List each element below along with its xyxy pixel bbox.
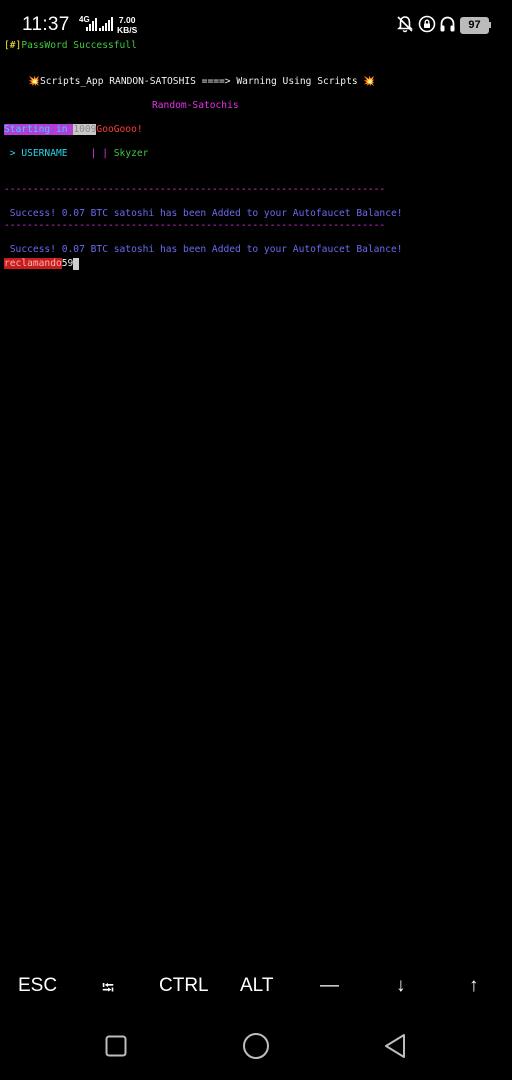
battery-indicator: 97 [460,17,489,34]
username-separator: | | [90,148,108,159]
starting-count: 1009 [73,124,97,135]
dash-key[interactable]: — [320,975,339,997]
ctrl-key[interactable]: CTRL [159,975,209,997]
password-prefix: [#] [4,40,22,51]
back-icon[interactable] [383,1033,407,1059]
banner-text: Scripts_App RANDON-SATOSHIS ====> Warnin… [39,76,364,87]
network-speed: 7.00 KB/S [117,15,137,35]
subtitle: Random-Satochis [152,100,239,111]
username-value: Skyzer [113,148,149,159]
headphones-icon [440,16,455,32]
alt-key[interactable]: ALT [240,975,273,997]
success-message: Success! 0.07 BTC satoshi has been Added… [4,244,403,255]
clock: 11:37 [22,14,70,35]
separator-line: ----------------------------------------… [4,184,386,195]
countdown-value: 59 [61,258,74,269]
signal-icon [86,18,97,31]
explosion-icon: 💥 [28,76,40,87]
success-message: Success! 0.07 BTC satoshi has been Added… [4,208,403,219]
speed-value: 7.00 [118,15,136,25]
extra-keys-bar: ESC ⭾ CTRL ALT — ↓ ↑ [0,966,512,1006]
starting-label: Starting in [4,124,74,135]
signal-icon-2 [99,17,113,31]
lock-rotation-icon [418,15,436,33]
starting-line: Starting in 1009GooGooo! [4,124,143,136]
up-arrow-key[interactable]: ↑ [469,975,479,997]
username-label: > USERNAME [4,148,68,159]
speed-unit: KB/S [117,25,138,35]
countdown-line: reclamando59 [4,258,80,270]
explosion-icon: 💥 [363,76,376,87]
password-text: PassWord Successfull [21,40,137,51]
starting-suffix: GooGooo! [96,124,143,135]
password-line: [#]PassWord Successfull [4,40,137,52]
banner-line: 💥Scripts_App RANDON-SATOSHIS ====> Warni… [28,76,375,88]
home-icon[interactable] [242,1032,270,1060]
username-line: > USERNAME | | Skyzer [4,148,149,160]
down-arrow-key[interactable]: ↓ [396,975,406,997]
terminal-output[interactable]: [#]PassWord Successfull 💥Scripts_App RAN… [4,40,508,280]
terminal-cursor [73,258,80,270]
separator-line: ----------------------------------------… [4,220,386,231]
navigation-bar [0,1016,512,1080]
recent-apps-icon[interactable] [105,1035,127,1057]
countdown-label: reclamando [4,258,62,269]
battery-tip [489,22,491,28]
tab-key[interactable]: ⭾ [102,977,114,1004]
mute-bell-icon [397,16,413,33]
esc-key[interactable]: ESC [18,975,57,997]
